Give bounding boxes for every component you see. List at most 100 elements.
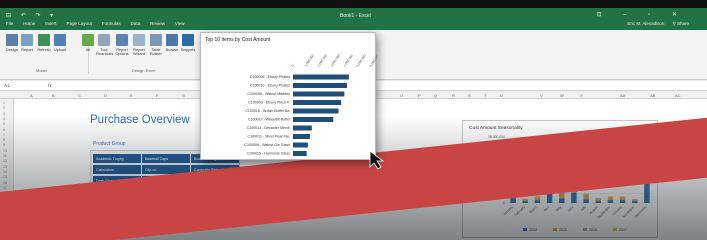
ribbon-button-design[interactable]: Design: [4, 34, 20, 52]
ribbon-button-label: Upload: [53, 48, 67, 52]
row-header[interactable]: 7: [3, 133, 5, 137]
column-header[interactable]: F: [156, 93, 158, 98]
name-box[interactable]: A1: [4, 83, 10, 88]
title-bar: ⊟ ↶ ↷ ▾ Book1 - Excel ⊡ – ▫ ✕ File Home In…: [0, 8, 707, 30]
legend-label: 2017: [619, 228, 627, 232]
row-header[interactable]: 2: [3, 106, 5, 110]
row-header[interactable]: 13: [3, 165, 7, 169]
bar-segment: [632, 199, 638, 201]
column-header[interactable]: AA: [620, 93, 625, 98]
tool-financials-icon: [98, 34, 110, 46]
tab-data[interactable]: Data: [131, 21, 141, 26]
ribbon-button-browse[interactable]: Browse: [164, 34, 180, 52]
column-header[interactable]: B: [52, 93, 55, 98]
column-header[interactable]: AC: [675, 93, 681, 98]
ribbon-button-label: Design: [6, 48, 18, 52]
tab-formulas[interactable]: Formulas: [102, 21, 121, 26]
row-header[interactable]: 1: [3, 101, 5, 105]
bar-segment: [571, 192, 577, 203]
bar-segment: [607, 198, 614, 201]
top-items-chart-popup[interactable]: Top 10 Items by Cost Amount 0 1,000,000 2,…: [200, 32, 377, 160]
bar-segment: [522, 199, 528, 201]
column-header[interactable]: P: [418, 93, 421, 98]
column-header[interactable]: T: [484, 93, 486, 98]
column-header[interactable]: C: [78, 93, 81, 98]
ribbon-button-report-options[interactable]: Report Options: [114, 34, 130, 56]
ribbon-tabs: File Home Insert Page Layout Formulas Data Rev…: [6, 21, 185, 26]
ribbon-button-upload[interactable]: Upload: [52, 34, 68, 52]
category-label: C100015 - Harmonie Glass: [246, 152, 290, 156]
row-header[interactable]: 4: [3, 117, 5, 121]
tab-review[interactable]: Review: [150, 21, 165, 26]
fx-icon[interactable]: fx: [48, 83, 52, 88]
row-header[interactable]: 14: [3, 170, 7, 174]
column-header[interactable]: E: [130, 93, 133, 98]
x-tick-label: 4,000,000: [343, 53, 355, 67]
row-header[interactable]: 11: [3, 154, 7, 158]
share-button[interactable]: ⚲ Share: [672, 21, 689, 27]
bar-segment: [534, 196, 541, 198]
ribbon-button-snippets[interactable]: Snippets: [180, 34, 196, 52]
column-header[interactable]: AB: [650, 93, 655, 98]
tab-page-layout[interactable]: Page Layout: [67, 21, 92, 26]
row-header[interactable]: 17: [3, 186, 7, 190]
bar-segment: [534, 198, 541, 201]
user-name[interactable]: Eric M. Alexadison: [627, 21, 664, 27]
row-header[interactable]: 5: [3, 122, 5, 126]
column-header[interactable]: U: [500, 93, 503, 98]
legend-swatch: [523, 228, 527, 231]
upload-icon: [54, 34, 66, 46]
tab-home[interactable]: Home: [23, 21, 35, 26]
column-header[interactable]: W: [560, 93, 564, 98]
bar-segment: [619, 198, 626, 201]
row-header[interactable]: 3: [3, 112, 5, 116]
column-header[interactable]: X: [580, 93, 583, 98]
ribbon-button-label: Report Options: [115, 48, 129, 56]
column-header[interactable]: Q: [434, 93, 437, 98]
ribbon-button-table-builder[interactable]: Table Builder: [148, 34, 164, 56]
column-header[interactable]: V: [540, 93, 543, 98]
row-header[interactable]: 12: [3, 159, 7, 163]
report-wizard-icon: [133, 34, 145, 46]
slicer-item[interactable]: Calculators: [93, 165, 141, 174]
x-tick-label: July: [580, 205, 587, 212]
column-header[interactable]: O: [400, 93, 403, 98]
ribbon-button-report-wizard[interactable]: Report Wizard: [131, 34, 147, 56]
ribbon-button-label: Snippets: [180, 48, 196, 52]
tab-file[interactable]: File: [6, 21, 13, 26]
slicer-item[interactable]: Baseball Caps: [142, 154, 190, 163]
ribbon-button-report[interactable]: Report: [19, 34, 35, 52]
column-header[interactable]: G: [182, 93, 185, 98]
column-header[interactable]: D: [104, 93, 107, 98]
ribbon-button-all[interactable]: All: [80, 34, 96, 52]
quick-access-toolbar[interactable]: ⊟ ↶ ↷ ▾: [6, 12, 57, 19]
row-header[interactable]: 16: [3, 181, 7, 185]
tab-insert[interactable]: Insert: [45, 21, 56, 26]
tab-view[interactable]: View: [175, 21, 185, 26]
bar-segment: [607, 200, 614, 203]
row-header[interactable]: 6: [3, 128, 5, 132]
column-header[interactable]: R: [452, 93, 455, 98]
x-tick-label: 1,000,000: [304, 53, 316, 67]
bar-segment: [583, 196, 589, 200]
dashboard-title: Purchase Overview: [90, 114, 190, 126]
row-header[interactable]: 15: [3, 175, 7, 179]
bar-segment: [619, 197, 626, 199]
bar-segment: [607, 196, 614, 198]
bar: [293, 142, 308, 148]
user-area: Eric M. Alexadison ⚲ Share: [627, 21, 689, 27]
bar-segment: [595, 198, 601, 200]
slicer-item[interactable]: Academic Trophy: [93, 154, 141, 163]
column-header[interactable]: A: [30, 93, 33, 98]
column-header[interactable]: S: [468, 93, 471, 98]
window-controls[interactable]: ⊡ – ▫ ✕: [596, 11, 687, 18]
ribbon-button-refresh[interactable]: Refresh: [36, 34, 52, 52]
ribbon-button-tool-financials[interactable]: Tool Financials: [96, 34, 113, 56]
row-header[interactable]: 9: [3, 143, 5, 147]
category-label: C100016 - Brown Buffet Ba.: [245, 109, 290, 113]
bar-segment: [619, 196, 626, 198]
bar-segment: [522, 201, 528, 203]
row-header[interactable]: 10: [3, 149, 7, 153]
row-header[interactable]: 8: [3, 138, 5, 142]
bar-segment: [619, 200, 626, 203]
